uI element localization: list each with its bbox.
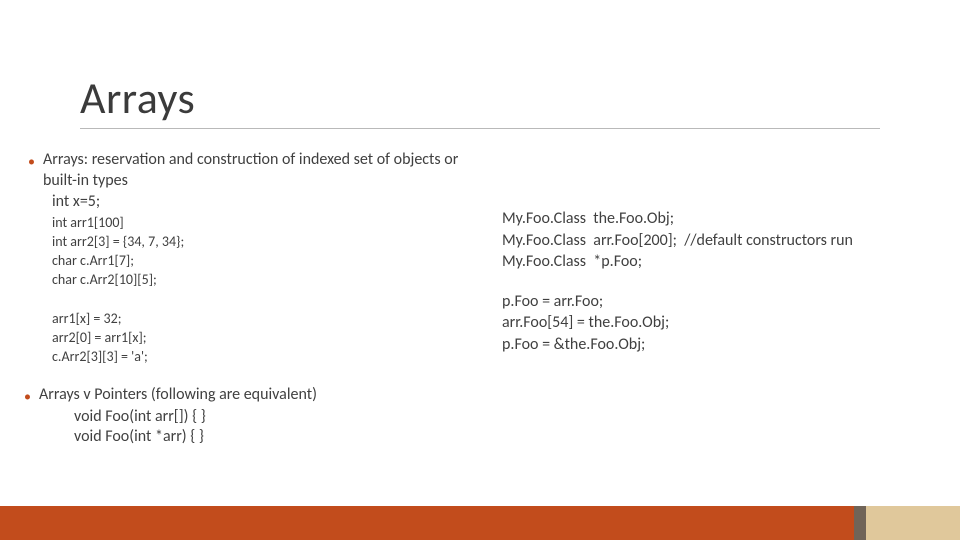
bullet-item: • Arrays: reservation and construction o… — [28, 150, 488, 192]
code-line: My.Foo.Class *p.Foo; — [502, 251, 932, 273]
bullet-icon: • — [24, 385, 31, 407]
code-line: p.Foo = arr.Foo; — [502, 291, 932, 313]
code-line: arr1[x] = 32; — [52, 310, 488, 329]
right-column: My.Foo.Class the.Foo.Obj; My.Foo.Class a… — [502, 208, 932, 356]
code-block-assignments: arr1[x] = 32; arr2[0] = arr1[x]; c.Arr2[… — [28, 308, 488, 367]
code-line: int arr1[100] — [52, 214, 488, 233]
code-line: c.Arr2[3][3] = 'a'; — [52, 348, 488, 367]
spacer — [28, 367, 488, 385]
bullet-rest: reservation and construction of indexed … — [43, 150, 458, 190]
title-underline — [80, 128, 880, 129]
slide: Arrays • Arrays: reservation and constru… — [0, 0, 960, 540]
code-block-class-decls: My.Foo.Class the.Foo.Obj; My.Foo.Class a… — [502, 208, 932, 273]
footer-accent-band — [0, 506, 960, 540]
bullet-item: • Arrays v Pointers (following are equiv… — [24, 385, 488, 407]
code-block-declarations: int arr1[100] int arr2[3] = {34, 7, 34};… — [28, 212, 488, 290]
bullet-prefix: Arrays: — [43, 150, 92, 169]
footer-tan-bar — [866, 506, 960, 540]
bullet-text: Arrays v Pointers (following are equival… — [39, 385, 488, 406]
bullet-icon: • — [28, 150, 35, 172]
slide-title: Arrays — [80, 74, 880, 122]
code-line: int arr2[3] = {34, 7, 34}; — [52, 233, 488, 252]
code-line: p.Foo = &the.Foo.Obj; — [502, 334, 932, 356]
footer-orange-bar — [0, 506, 854, 540]
left-column: • Arrays: reservation and construction o… — [28, 150, 488, 448]
code-line: int x=5; — [28, 192, 488, 213]
code-line: char c.Arr2[10][5]; — [52, 271, 488, 290]
code-line: My.Foo.Class the.Foo.Obj; — [502, 208, 932, 230]
code-line: My.Foo.Class arr.Foo[200]; //default con… — [502, 230, 932, 252]
title-area: Arrays — [80, 74, 880, 129]
code-line: arr2[0] = arr1[x]; — [52, 329, 488, 348]
code-line: arr.Foo[54] = the.Foo.Obj; — [502, 312, 932, 334]
code-block-class-assigns: p.Foo = arr.Foo; arr.Foo[54] = the.Foo.O… — [502, 291, 932, 356]
spacer — [502, 273, 932, 291]
spacer — [28, 290, 488, 308]
code-line: void Foo(int *arr) { } — [28, 427, 488, 448]
code-line: void Foo(int arr[]) { } — [28, 407, 488, 428]
bullet-text: Arrays: reservation and construction of … — [43, 150, 488, 192]
code-line: char c.Arr1[7]; — [52, 252, 488, 271]
footer-grey-bar — [854, 506, 866, 540]
